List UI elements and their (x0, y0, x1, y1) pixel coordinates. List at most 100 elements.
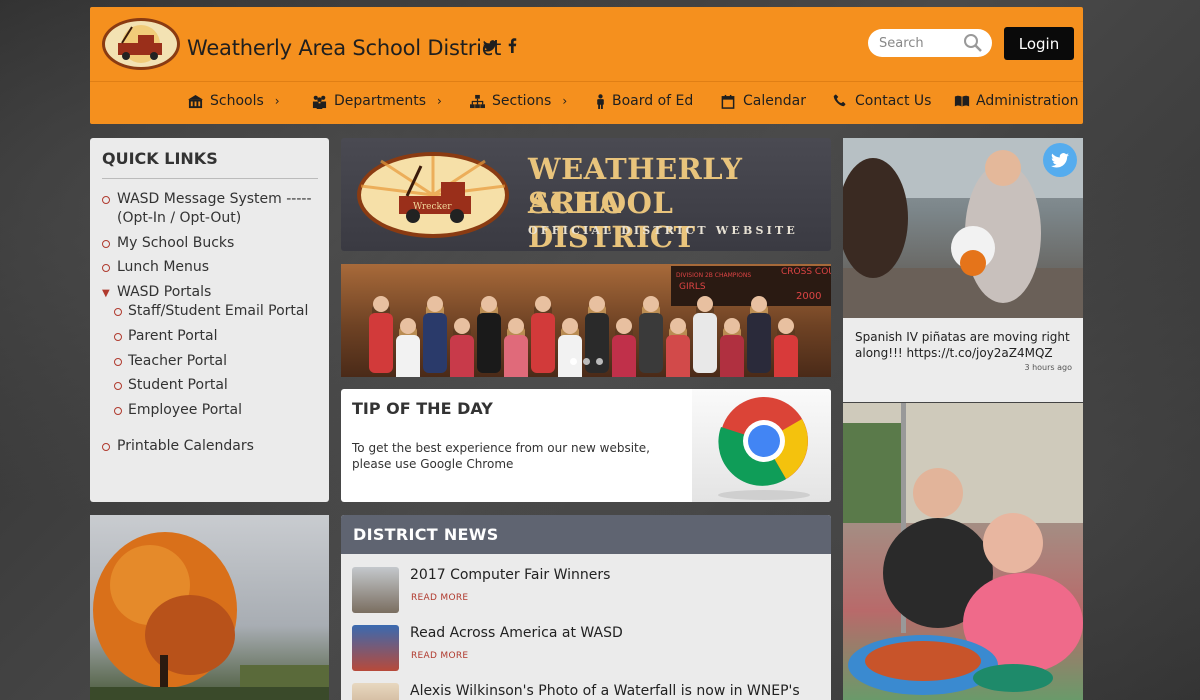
slideshow-dots (570, 358, 603, 365)
quick-link-message-system[interactable]: WASD Message System ----- (Opt-In / Opt-… (117, 190, 312, 228)
tree-image (90, 532, 329, 700)
news-title[interactable]: Read Across America at WASD (410, 625, 623, 641)
students-photo-image (843, 403, 1083, 695)
chrome-logo-icon (718, 397, 810, 500)
tweet-card[interactable]: Spanish IV piñatas are moving right alon… (843, 318, 1083, 402)
student-head (643, 296, 659, 312)
nav-label: Board of Ed (612, 93, 694, 109)
quick-link-my-school-bucks[interactable]: My School Bucks (117, 234, 234, 253)
bullet-icon (114, 358, 122, 366)
student-body (639, 313, 663, 373)
nav-label: Sections (492, 93, 552, 109)
photo-banner-text-2: GIRLS (679, 282, 706, 292)
quick-link-employee-portal[interactable]: Employee Portal (128, 401, 242, 420)
facebook-icon[interactable] (508, 38, 517, 57)
chevron-right-icon: › (274, 94, 280, 108)
tweet-photo-students[interactable] (843, 403, 1083, 700)
news-thumbnail[interactable] (352, 625, 399, 671)
student-head (373, 296, 389, 312)
nav-label: Contact Us (855, 93, 932, 109)
search-box[interactable] (868, 29, 992, 57)
slide-dot[interactable] (596, 358, 603, 365)
nav-item-contact-us[interactable]: Contact Us (833, 93, 931, 109)
main-nav: Schools › Departments › Sections › Board… (90, 89, 1083, 119)
person-icon (596, 93, 605, 109)
quick-link-printable-calendars[interactable]: Printable Calendars (117, 437, 254, 456)
news-title[interactable]: 2017 Computer Fair Winners (410, 567, 610, 583)
tow-truck-logo-icon (118, 25, 162, 63)
slide-dot[interactable] (583, 358, 590, 365)
photo-banner-text-3: CROSS COUNTRY (781, 267, 831, 277)
student-body (450, 335, 474, 377)
student-head (454, 318, 470, 334)
news-title[interactable]: Alexis Wilkinson's Photo of a Waterfall … (410, 683, 800, 699)
student-head (778, 318, 794, 334)
tweet-timestamp: 3 hours ago (1024, 363, 1072, 372)
search-input[interactable] (879, 35, 963, 51)
bullet-icon (102, 196, 110, 204)
student-head (697, 296, 713, 312)
news-thumbnail[interactable] (352, 567, 399, 613)
district-news-panel: DISTRICT NEWS 2017 Computer Fair Winners… (341, 515, 831, 700)
quick-link-teacher-portal[interactable]: Teacher Portal (128, 352, 227, 371)
quick-link-lunch-menus[interactable]: Lunch Menus (117, 258, 209, 277)
people-icon (312, 94, 327, 109)
student-head (535, 296, 551, 312)
nav-item-schools[interactable]: Schools › (188, 93, 280, 109)
nav-item-departments[interactable]: Departments › (312, 93, 442, 109)
search-icon[interactable] (963, 33, 983, 53)
quick-link-parent-portal[interactable]: Parent Portal (128, 327, 218, 346)
twitter-bird-icon (1051, 152, 1069, 168)
calendar-icon (721, 94, 736, 109)
login-button[interactable]: Login (1004, 27, 1074, 60)
header-top: Weatherly Area School District Login (90, 7, 1083, 81)
sitemap-icon (470, 94, 485, 109)
tip-title: TIP OF THE DAY (352, 399, 493, 418)
bullet-icon (102, 443, 110, 451)
nav-label: Calendar (743, 93, 806, 109)
chevron-right-icon: › (437, 94, 442, 108)
book-icon (954, 94, 970, 109)
chevron-right-icon: › (562, 94, 568, 108)
header-divider (90, 81, 1083, 82)
twitter-button[interactable] (1043, 143, 1077, 177)
quick-link-student-portal[interactable]: Student Portal (128, 376, 228, 395)
student-body (531, 313, 555, 373)
district-banner: Wrecker WEATHERLY AREA SCHOOL DISTRICT O… (341, 138, 831, 254)
news-thumbnail[interactable] (352, 683, 399, 700)
tweet-text[interactable]: Spanish IV piñatas are moving right alon… (855, 329, 1075, 361)
banner-title-line2: SCHOOL DISTRICT (528, 186, 696, 254)
read-more-link[interactable]: READ MORE (411, 651, 468, 661)
quick-link-staff-student-email[interactable]: Staff/Student Email Portal (128, 302, 308, 321)
chrome-image[interactable] (692, 389, 831, 502)
nav-item-sections[interactable]: Sections › (470, 93, 567, 109)
student-body (558, 335, 582, 377)
student-head (724, 318, 740, 334)
quick-link-label-line2: (Opt-In / Opt-Out) (117, 210, 242, 226)
nav-item-calendar[interactable]: Calendar (721, 93, 806, 109)
read-more-link[interactable]: READ MORE (411, 593, 468, 603)
nav-label: Schools (210, 93, 264, 109)
student-head (616, 318, 632, 334)
quick-links-divider (102, 178, 318, 179)
caret-down-icon: ▼ (102, 288, 110, 299)
district-news-title: DISTRICT NEWS (341, 515, 831, 554)
bullet-icon (102, 240, 110, 248)
slide-dot[interactable] (570, 358, 577, 365)
student-head (670, 318, 686, 334)
photo-banner-text-4: 2000 (796, 291, 821, 302)
district-logo[interactable] (102, 18, 180, 70)
student-body (504, 335, 528, 377)
nav-item-board-of-ed[interactable]: Board of Ed (596, 93, 693, 109)
student-body (369, 313, 393, 373)
building-icon (188, 94, 203, 109)
quick-link-label: WASD Message System ----- (117, 191, 312, 207)
site-title[interactable]: Weatherly Area School District (187, 36, 501, 60)
bullet-icon (114, 333, 122, 341)
bullet-icon (114, 382, 122, 390)
quick-link-wasd-portals[interactable]: WASD Portals (117, 283, 211, 302)
banner-logo: Wrecker (357, 152, 509, 238)
student-head (562, 318, 578, 334)
twitter-icon[interactable] (483, 38, 497, 56)
nav-item-administration[interactable]: Administration (954, 93, 1078, 109)
